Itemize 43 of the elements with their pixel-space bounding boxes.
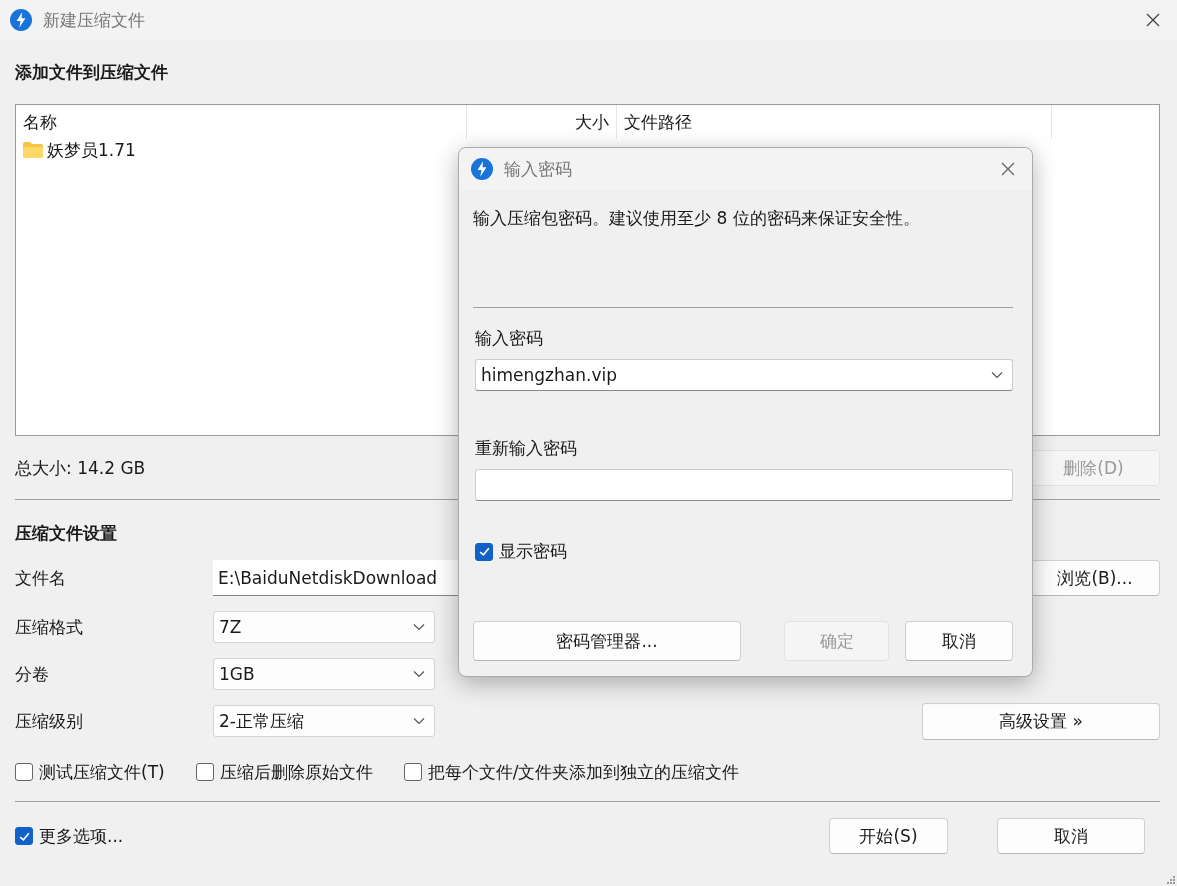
option-button[interactable]: 高级设置 »	[922, 702, 1160, 740]
confirm-password-field[interactable]	[475, 469, 1013, 501]
section-heading: 压缩文件设置	[15, 522, 117, 545]
show-password-checkbox[interactable]: 显示密码	[475, 540, 982, 563]
chevron-down-icon	[413, 717, 425, 725]
chevron-down-icon[interactable]	[991, 371, 1003, 379]
select-field[interactable]: 2-正常压缩	[213, 705, 435, 737]
option-checkbox[interactable]: 压缩后删除原始文件	[195, 760, 373, 784]
cancel-button[interactable]: 取消	[997, 818, 1145, 854]
column-header[interactable]: 大小	[467, 105, 617, 139]
field-label: 输入密码	[474, 327, 544, 350]
more-options-checkbox[interactable]: 更多选项...	[15, 824, 124, 848]
lightning-icon	[10, 9, 32, 31]
dialog-button[interactable]: 密码管理器...	[473, 621, 741, 661]
chevron-down-icon	[413, 670, 425, 678]
column-header[interactable]: 名称	[16, 105, 467, 139]
column-header[interactable]: 文件路径	[617, 105, 1052, 139]
close-icon[interactable]	[1000, 161, 1016, 177]
file-name[interactable]: 妖梦员1.71	[47, 138, 136, 162]
window-title: 新建压缩文件	[43, 8, 145, 32]
field-label: 压缩级别	[15, 709, 84, 733]
field-label: 分卷	[15, 662, 50, 686]
checkmark-icon	[477, 545, 491, 558]
resize-grip-icon[interactable]	[1165, 874, 1175, 884]
section-heading: 添加文件到压缩文件	[15, 61, 168, 84]
chevron-down-icon	[413, 623, 425, 631]
option-checkbox[interactable]: 把每个文件/文件夹添加到独立的压缩文件	[403, 760, 740, 784]
field-label: 重新输入密码	[474, 437, 578, 460]
lightning-icon	[471, 158, 493, 180]
dialog-button[interactable]: 取消	[905, 621, 1013, 661]
password-field[interactable]: himengzhan.vip	[475, 359, 1013, 391]
close-icon[interactable]	[1145, 12, 1161, 28]
total-size: 总大小: 14.2 GB	[15, 456, 146, 480]
select-field[interactable]: 1GB	[213, 658, 435, 690]
option-checkbox[interactable]: 测试压缩文件(T)	[15, 760, 165, 784]
option-button[interactable]: 浏览(B)...	[1030, 560, 1160, 596]
dialog-message: 输入压缩包密码。建议使用至少 8 位的密码来保证安全性。	[473, 207, 921, 230]
field-label: 压缩格式	[15, 615, 84, 639]
field-label: 文件名	[15, 566, 67, 590]
folder-icon	[22, 141, 44, 159]
start-button[interactable]: 开始(S)	[829, 818, 948, 854]
select-field[interactable]: 7Z	[213, 611, 435, 643]
dialog-title: 输入密码	[504, 157, 572, 181]
